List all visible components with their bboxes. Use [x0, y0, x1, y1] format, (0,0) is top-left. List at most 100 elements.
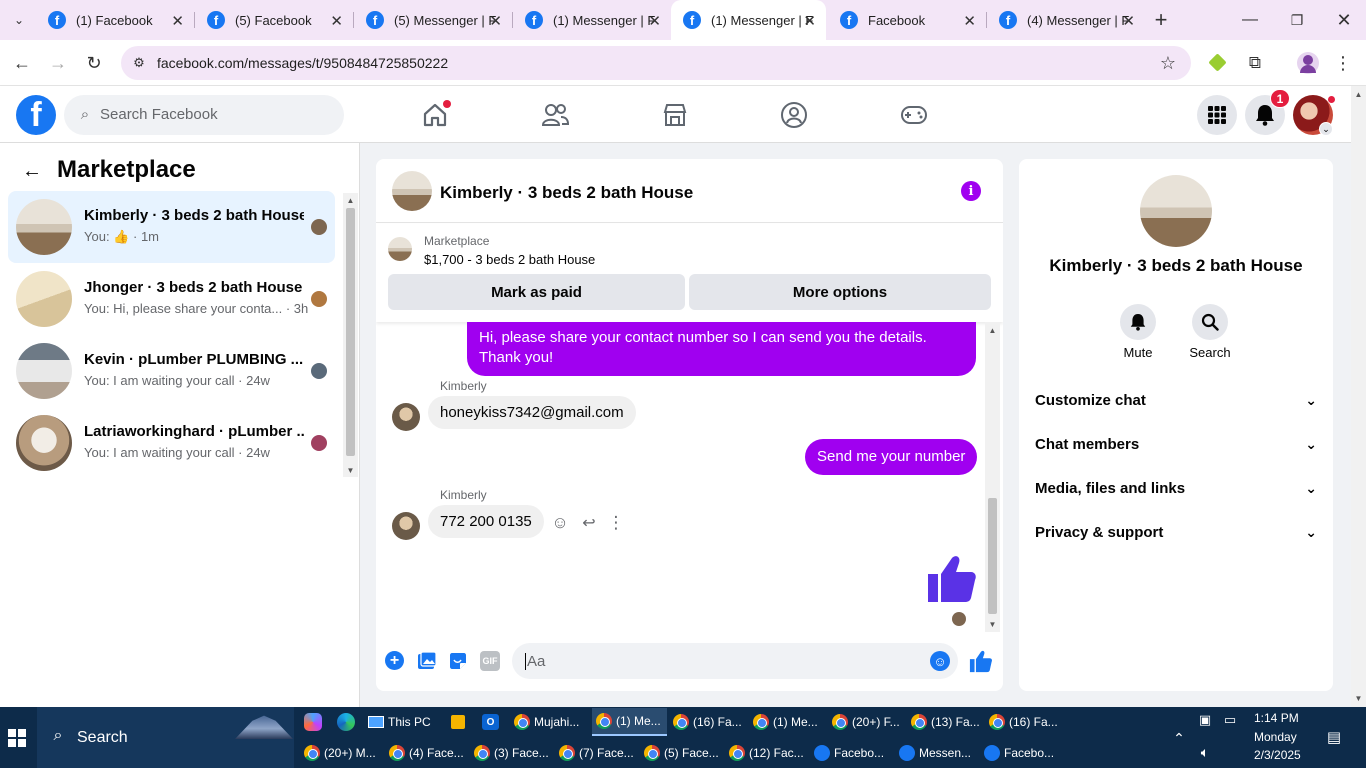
address-bar[interactable]: ⚙ facebook.com/messages/t/95084847258502…	[121, 46, 1191, 80]
more-actions-plus-icon[interactable]: +	[385, 651, 404, 670]
chat-members-section[interactable]: Chat members ⌄	[1035, 422, 1317, 466]
clock-day[interactable]: Monday	[1254, 730, 1297, 744]
forward-icon[interactable]: →	[46, 51, 70, 75]
edge-icon[interactable]	[337, 713, 355, 731]
search-in-chat-icon[interactable]	[1192, 304, 1228, 340]
incoming-message[interactable]: honeykiss7342@gmail.com	[428, 396, 636, 429]
close-icon[interactable]: ✕	[803, 12, 816, 30]
outgoing-message[interactable]: Send me your number	[805, 439, 978, 475]
taskbar-chrome-window[interactable]: (4) Face...	[389, 739, 464, 767]
sidebar-scrollbar[interactable]: ▲ ▼	[343, 193, 358, 477]
home-icon[interactable]	[422, 100, 451, 128]
gif-icon[interactable]: GIF	[480, 651, 500, 671]
browser-tab[interactable]: f (5) Messenger | F ✕	[354, 0, 512, 40]
privacy-support-section[interactable]: Privacy & support ⌄	[1035, 510, 1317, 554]
close-icon[interactable]: ✕	[330, 12, 343, 30]
mark-as-paid-button[interactable]: Mark as paid	[388, 274, 685, 310]
facebook-logo[interactable]: f	[16, 95, 56, 135]
taskbar-chrome-window[interactable]: (13) Fa...	[911, 708, 980, 736]
extensions-puzzle-icon[interactable]: ⧉	[1243, 51, 1267, 75]
conversation-item[interactable]: Latriaworkinghard · pLumber ... You: I a…	[8, 407, 335, 479]
minimize-icon[interactable]: —	[1236, 8, 1264, 32]
conversation-item[interactable]: Kevin · pLumber PLUMBING ... You: I am w…	[8, 335, 335, 407]
browser-menu-icon[interactable]: ⋮	[1334, 51, 1352, 75]
taskbar-chrome-window[interactable]: (12) Fac...	[729, 739, 804, 767]
thumbs-up-sticker[interactable]	[926, 552, 978, 604]
send-like-icon[interactable]	[969, 649, 993, 673]
close-icon[interactable]: ✕	[171, 12, 184, 30]
browser-tab[interactable]: f (1) Facebook ✕	[36, 0, 194, 40]
details-avatar[interactable]	[1140, 175, 1212, 247]
sticker-icon[interactable]	[448, 651, 468, 671]
gaming-icon[interactable]	[900, 104, 928, 126]
conversation-item[interactable]: Kimberly · 3 beds 2 bath House You: 👍 · …	[8, 191, 335, 263]
facebook-search[interactable]: ⌕ Search Facebook	[64, 95, 344, 135]
emoji-icon[interactable]: ☺	[930, 651, 950, 671]
account-chevron-icon[interactable]: ⌄	[1319, 122, 1333, 136]
extension-icon[interactable]	[1208, 53, 1227, 72]
media-files-links-section[interactable]: Media, files and links ⌄	[1035, 466, 1317, 510]
listing-thumbnail[interactable]	[388, 237, 412, 261]
reload-icon[interactable]: ↻	[82, 51, 106, 75]
profile-icon[interactable]	[1297, 52, 1319, 74]
windows-start-icon[interactable]	[8, 729, 26, 747]
taskbar-chrome-window[interactable]: Mujahi...	[514, 708, 579, 736]
browser-tab[interactable]: f (1) Messenger | F ✕	[513, 0, 671, 40]
reply-icon[interactable]: ↩	[579, 513, 599, 533]
react-emoji-icon[interactable]: ☺	[550, 513, 570, 533]
site-info-icon[interactable]: ⚙	[129, 53, 149, 73]
taskbar-chrome-window[interactable]: (20+) M...	[304, 739, 376, 767]
more-options-button[interactable]: More options	[689, 274, 991, 310]
groups-icon[interactable]	[780, 101, 808, 129]
scrollbar-thumb[interactable]	[346, 208, 355, 456]
scrollbar-thumb[interactable]	[988, 498, 997, 614]
marketplace-icon[interactable]	[662, 102, 688, 128]
taskbar-chrome-window[interactable]: (1) Me...	[753, 708, 818, 736]
taskbar-chrome-window[interactable]: Messen...	[899, 739, 971, 767]
outgoing-message[interactable]: Hi, please share your contact number so …	[467, 322, 976, 376]
bookmark-star-icon[interactable]: ☆	[1157, 52, 1179, 74]
mute-label[interactable]: Mute	[1108, 345, 1168, 360]
close-icon[interactable]: ✕	[1122, 12, 1135, 30]
incoming-message[interactable]: 772 200 0135	[428, 505, 544, 538]
menu-grid-icon[interactable]	[1197, 95, 1237, 135]
notification-center-icon[interactable]: ▤	[1324, 727, 1344, 747]
url-text[interactable]: facebook.com/messages/t/9508484725850222	[157, 55, 448, 71]
taskbar-chrome-window[interactable]: (16) Fa...	[989, 708, 1058, 736]
conversation-item[interactable]: Jhonger · 3 beds 2 bath House You: Hi, p…	[8, 263, 335, 335]
taskbar-chrome-window[interactable]: Facebo...	[814, 739, 884, 767]
browser-tab[interactable]: f Facebook ✕	[828, 0, 986, 40]
show-hidden-icons-icon[interactable]: ⌃	[1170, 729, 1188, 747]
taskbar-chrome-window[interactable]: (16) Fa...	[673, 708, 742, 736]
back-icon[interactable]: ←	[10, 51, 34, 75]
info-icon[interactable]: i	[961, 181, 981, 201]
clock-time[interactable]: 1:14 PM	[1254, 711, 1299, 725]
taskbar-chrome-window[interactable]: (7) Face...	[559, 739, 634, 767]
close-icon[interactable]: ✕	[489, 12, 502, 30]
message-input[interactable]: Aa ☺	[512, 643, 958, 679]
outlook-icon[interactable]: O	[482, 714, 499, 730]
taskbar-chrome-window[interactable]: (3) Face...	[474, 739, 549, 767]
battery-icon[interactable]: ▭	[1220, 711, 1240, 729]
friends-icon[interactable]	[541, 102, 570, 128]
clock-date[interactable]: 2/3/2025	[1254, 748, 1301, 762]
calendar-app-icon[interactable]	[451, 715, 465, 729]
taskbar-search[interactable]: ⌕ Search	[37, 707, 294, 768]
more-actions-icon[interactable]: ⋮	[606, 513, 626, 533]
window-close-icon[interactable]: ✕	[1330, 8, 1358, 32]
browser-tab-active[interactable]: f (1) Messenger | F ✕	[671, 0, 826, 40]
browser-tab[interactable]: f (5) Facebook ✕	[195, 0, 353, 40]
new-tab-icon[interactable]: +	[1150, 7, 1172, 32]
chat-title[interactable]: Kimberly · 3 beds 2 bath House	[440, 183, 693, 203]
close-icon[interactable]: ✕	[648, 12, 661, 30]
taskbar-this-pc[interactable]: This PC	[368, 708, 431, 736]
close-icon[interactable]: ✕	[963, 12, 976, 30]
chat-avatar[interactable]	[392, 171, 432, 211]
customize-chat-section[interactable]: Customize chat ⌄	[1035, 378, 1317, 422]
mute-bell-icon[interactable]	[1120, 304, 1156, 340]
tab-search-icon[interactable]: ⌄	[8, 10, 30, 30]
volume-icon[interactable]: 🔈︎	[1196, 743, 1214, 761]
meet-now-icon[interactable]: ▣	[1196, 711, 1214, 729]
taskbar-chrome-window-active[interactable]: (1) Me...	[592, 708, 667, 736]
taskbar-chrome-window[interactable]: (20+) F...	[832, 708, 900, 736]
